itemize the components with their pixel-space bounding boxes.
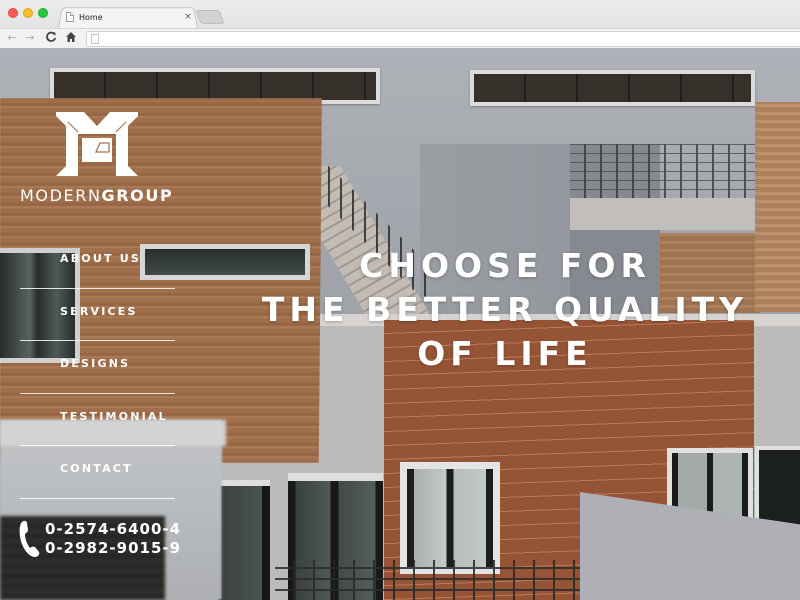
sidebar-menu: ABOUT US SERVICES DESIGNS TESTIMONIAL CO…	[20, 236, 175, 499]
home-icon-glyph	[66, 32, 76, 42]
window-close-button[interactable]	[8, 8, 18, 18]
hero-headline-line: OF LIFE	[417, 334, 593, 373]
window-maximize-button[interactable]	[38, 8, 48, 18]
browser-chrome: Home × ← →	[0, 0, 800, 48]
hero-headline-line: CHOOSE FOR	[359, 246, 651, 285]
reload-icon-glyph	[46, 31, 57, 42]
tab-title: Home	[79, 12, 103, 22]
back-arrow-icon[interactable]: ←	[5, 31, 19, 45]
hero-section: MODERNGROUP ABOUT US SERVICES DESIGNS TE…	[0, 48, 800, 600]
window-minimize-button[interactable]	[23, 8, 33, 18]
brand-name: MODERNGROUP	[20, 186, 173, 205]
brand-name-light: MODERN	[20, 186, 102, 205]
brand-name-bold: GROUP	[101, 186, 174, 205]
tab-close-icon[interactable]: ×	[182, 12, 194, 22]
phone-number[interactable]: 0-2982-9015-9	[45, 539, 181, 558]
phone-icon	[19, 520, 40, 557]
reload-icon[interactable]	[44, 31, 58, 45]
home-icon[interactable]	[64, 31, 78, 45]
contact-phones: 0-2574-6400-4 0-2982-9015-9	[18, 520, 181, 558]
phone-number[interactable]: 0-2574-6400-4	[45, 520, 181, 539]
phone-list: 0-2574-6400-4 0-2982-9015-9	[45, 520, 181, 558]
url-input[interactable]	[105, 32, 785, 46]
new-tab-button[interactable]	[195, 10, 225, 24]
hero-headline-line: THE BETTER QUALITY	[261, 290, 749, 329]
menu-item-designs[interactable]: DESIGNS	[20, 341, 175, 394]
forward-arrow-icon[interactable]: →	[23, 31, 37, 45]
browser-tab-home[interactable]: Home ×	[62, 8, 194, 26]
page-icon	[91, 34, 99, 44]
address-bar[interactable]	[86, 31, 800, 47]
page-icon	[66, 12, 74, 22]
hero-headline: CHOOSE FOR THE BETTER QUALITY OF LIFE	[260, 244, 750, 376]
menu-item-testimonial[interactable]: TESTIMONIAL	[20, 394, 175, 446]
logo-mark	[56, 112, 138, 176]
menu-item-about-us[interactable]: ABOUT US	[20, 236, 175, 289]
navigation-bar: ← →	[0, 28, 800, 48]
menu-item-services[interactable]: SERVICES	[20, 289, 175, 341]
mg-monogram-icon[interactable]	[56, 112, 138, 176]
menu-item-contact[interactable]: CONTACT	[20, 446, 175, 499]
